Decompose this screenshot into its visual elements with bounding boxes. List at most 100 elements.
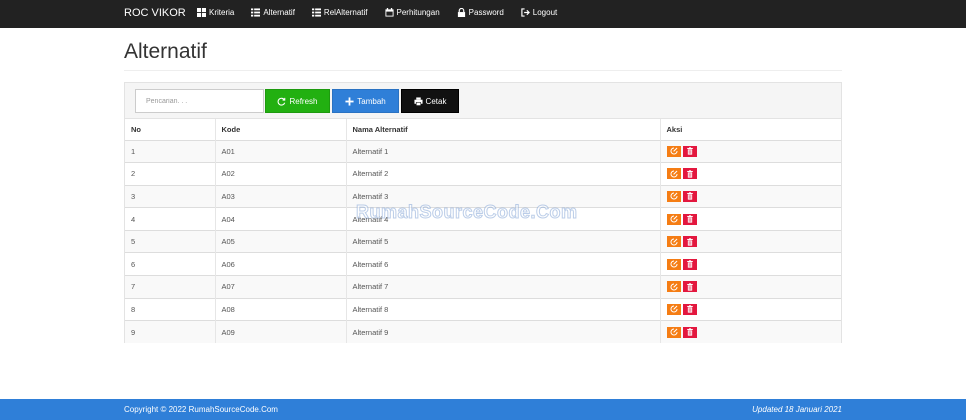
nav-item-label: Kriteria [209,8,235,17]
cell-no: 7 [125,275,216,299]
add-button[interactable]: Tambah [332,89,399,113]
edit-button[interactable] [666,281,681,293]
trash-icon [686,305,693,314]
nav-item-label: Logout [532,8,558,17]
trash-icon [686,283,693,291]
print-icon [413,96,423,106]
top-navbar: ROC VIKOR Kriteria Alternatif RelAlterna… [0,0,966,28]
cell-nama: Alternatif 2 [346,162,661,186]
edit-button[interactable] [666,145,681,157]
cell-nama: Alternatif 7 [346,275,661,299]
cell-no: 5 [125,229,216,253]
column-header-kode: Kode [215,119,347,140]
column-header-no: No [125,119,216,140]
cell-aksi [660,139,841,163]
trash-icon [686,192,693,201]
grid-icon [197,8,206,17]
table-row: 6 A06 Alternatif 6 [125,252,841,276]
edit-icon [670,305,678,313]
edit-icon [670,170,678,178]
edit-icon [670,192,678,200]
nav-item-password[interactable]: Password [457,8,504,17]
delete-button[interactable] [682,303,697,315]
list-icon [251,8,261,17]
cell-no: 8 [125,297,216,321]
cell-kode: A04 [215,207,347,231]
cell-kode: A05 [215,229,347,253]
footer: Copyright © 2022 RumahSourceCode.Com Upd… [0,399,966,420]
delete-button[interactable] [682,190,697,202]
cell-nama: Alternatif 9 [346,320,661,344]
plus-icon [345,96,354,106]
refresh-button-label: Refresh [289,96,318,106]
alternatif-table: No Kode Nama Alternatif Aksi 1 A01 Alterna… [125,119,841,344]
delete-button[interactable] [682,281,697,293]
delete-button[interactable] [682,258,697,270]
edit-button[interactable] [666,236,681,248]
delete-button[interactable] [682,236,697,248]
nav-item-relalternatif[interactable]: RelAlternatif [311,8,368,17]
trash-icon [686,147,693,155]
delete-button[interactable] [682,168,697,180]
cell-aksi [660,162,841,186]
edit-button[interactable] [666,258,681,270]
edit-button[interactable] [666,168,681,180]
edit-button[interactable] [666,190,681,202]
refresh-button[interactable]: Refresh [265,89,330,113]
search-input[interactable] [135,89,264,113]
cell-aksi [660,252,841,276]
brand-link[interactable]: ROC VIKOR [124,7,186,19]
nav-menu: Kriteria Alternatif RelAlternatif Perhit… [197,8,574,17]
edit-icon [670,215,678,223]
lock-icon [457,8,465,17]
list-icon [311,8,321,17]
calendar-icon [384,8,394,17]
refresh-icon [278,97,286,106]
edit-icon [670,238,678,246]
cell-nama: Alternatif 5 [346,229,661,253]
cell-kode: A01 [215,139,347,163]
edit-icon [670,283,678,291]
trash-icon [686,215,693,223]
cell-aksi [660,320,841,344]
nav-item-alternatif[interactable]: Alternatif [251,8,295,17]
edit-icon [670,260,678,268]
logout-icon [521,8,530,17]
delete-button[interactable] [682,145,697,157]
nav-item-perhitungan[interactable]: Perhitungan [384,8,440,17]
edit-button[interactable] [666,213,681,225]
print-button[interactable]: Cetak [401,89,459,113]
edit-button[interactable] [666,303,681,315]
delete-button[interactable] [682,213,697,225]
cell-nama: Alternatif 3 [346,184,661,208]
cell-kode: A02 [215,162,347,186]
cell-nama: Alternatif 1 [346,139,661,163]
cell-no: 1 [125,139,216,163]
table-row: 1 A01 Alternatif 1 [125,139,841,163]
trash-icon [686,260,693,268]
edit-icon [670,328,678,336]
column-header-aksi: Aksi [666,124,683,134]
nav-item-label: Perhitungan [396,8,440,17]
cell-no: 3 [125,184,216,208]
cell-kode: A07 [215,275,347,299]
delete-button[interactable] [682,326,697,338]
edit-icon [670,147,678,155]
edit-button[interactable] [666,326,681,338]
title-divider [124,70,842,71]
table-row: 4 A04 Alternatif 4 [125,207,841,231]
nav-item-kriteria[interactable]: Kriteria [197,8,234,17]
table-header-row: No Kode Nama Alternatif Aksi [125,119,841,140]
add-button-label: Tambah [357,96,386,106]
panel-toolbar: Refresh Tambah Cetak [125,83,841,119]
cell-no: 4 [125,207,216,231]
cell-aksi [660,207,841,231]
table-row: 5 A05 Alternatif 5 [125,229,841,253]
nav-item-logout[interactable]: Logout [521,8,557,17]
cell-aksi [660,229,841,253]
footer-updated: Updated 18 Januari 2021 [752,405,842,414]
table-row: 2 A02 Alternatif 2 [125,162,841,186]
cell-aksi [660,297,841,321]
cell-nama: Alternatif 8 [346,297,661,321]
cell-no: 6 [125,252,216,276]
